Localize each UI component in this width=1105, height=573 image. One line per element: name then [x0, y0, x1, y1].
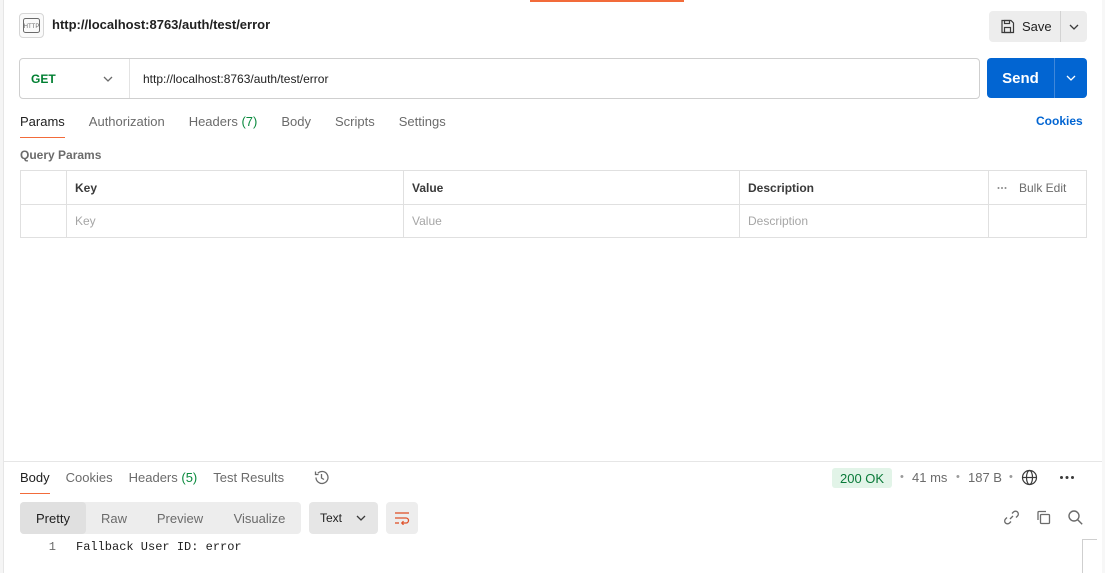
active-tab-indicator [530, 0, 684, 2]
query-params-title: Query Params [20, 148, 102, 162]
bulk-edit-label: Bulk Edit [1019, 180, 1067, 195]
format-label: Text [320, 511, 343, 525]
tab-label: Headers [128, 470, 178, 485]
method-select[interactable]: GET [20, 59, 130, 98]
response-divider[interactable] [4, 461, 1102, 462]
tab-scripts[interactable]: Scripts [335, 114, 375, 138]
response-tab-body[interactable]: Body [20, 470, 50, 494]
tab-label: Body [281, 114, 311, 129]
tab-count: (7) [241, 114, 258, 129]
http-request-icon: HTTP [19, 13, 44, 38]
tab-label: Cookies [65, 470, 113, 485]
tab-label: Scripts [334, 114, 375, 129]
tab-label: Authorization [88, 114, 165, 129]
save-button-group: Save [989, 11, 1087, 42]
method-label: GET [31, 71, 56, 86]
separator-dot: • [1009, 471, 1013, 483]
save-label: Save [1022, 19, 1052, 34]
line-number: 1 [48, 540, 56, 554]
response-time[interactable]: 41 ms [912, 470, 947, 485]
separator-dot: • [900, 471, 904, 483]
more-horizontal-icon [997, 186, 1007, 189]
history-icon[interactable] [313, 469, 330, 491]
row-checkbox-cell [21, 205, 66, 237]
chevron-down-icon [1066, 75, 1076, 81]
empty-cell [988, 205, 1086, 237]
save-options-button[interactable] [1060, 11, 1087, 42]
value-input[interactable]: Value [403, 205, 739, 237]
column-header-value: Value [403, 171, 739, 204]
request-tabs: Params Authorization Headers (7) Body Sc… [20, 114, 470, 138]
bulk-edit-button[interactable]: Bulk Edit [988, 171, 1086, 204]
tab-label: Test Results [213, 470, 285, 485]
response-size[interactable]: 187 B [968, 470, 1002, 485]
status-badge[interactable]: 200 OK [832, 468, 893, 488]
send-options-button[interactable] [1054, 58, 1087, 98]
tab-settings[interactable]: Settings [399, 114, 446, 138]
description-input[interactable]: Description [739, 205, 988, 237]
tab-label: Headers [188, 114, 238, 129]
view-visualize[interactable]: Visualize [218, 502, 301, 534]
tab-count: (5) [181, 470, 198, 485]
chevron-down-icon [356, 515, 366, 521]
search-icon[interactable] [1067, 509, 1084, 531]
line-content[interactable]: Fallback User ID: error [76, 540, 242, 554]
copy-icon[interactable] [1035, 509, 1052, 531]
globe-icon[interactable] [1021, 469, 1038, 491]
chevron-down-icon [103, 76, 113, 82]
cookies-link[interactable]: Cookies [1036, 114, 1083, 128]
wrap-lines-icon [395, 512, 410, 525]
format-select[interactable]: Text [309, 502, 378, 534]
view-preview[interactable]: Preview [142, 502, 218, 534]
tab-body[interactable]: Body [281, 114, 311, 138]
response-tabs: Body Cookies Headers (5) Test Results [20, 470, 300, 494]
response-tab-headers[interactable]: Headers (5) [129, 470, 198, 494]
column-header-description: Description [739, 171, 988, 204]
view-raw[interactable]: Raw [86, 502, 142, 534]
floppy-disk-icon [1001, 19, 1015, 34]
view-mode-segmented-control: Pretty Raw Preview Visualize [20, 502, 301, 534]
save-button[interactable]: Save [989, 11, 1060, 42]
response-body-line: 1 Fallback User ID: error [20, 540, 242, 554]
table-header-row: Key Value Description Bulk Edit [21, 171, 1086, 204]
response-tab-test-results[interactable]: Test Results [213, 470, 284, 494]
table-row: Key Value Description [21, 204, 1086, 237]
request-title[interactable]: http://localhost:8763/auth/test/error [52, 17, 270, 32]
link-icon[interactable] [1003, 509, 1020, 531]
window-left-edge [0, 0, 4, 573]
tab-label: Body [20, 470, 50, 485]
chevron-down-icon [1069, 24, 1079, 30]
query-params-table: Key Value Description Bulk Edit Key Valu… [20, 170, 1087, 238]
svg-text:HTTP: HTTP [24, 24, 40, 30]
column-header-key: Key [66, 171, 403, 204]
tab-label: Params [20, 114, 65, 129]
tab-headers[interactable]: Headers (7) [189, 114, 258, 138]
tab-params[interactable]: Params [20, 114, 65, 138]
send-button[interactable]: Send [987, 58, 1054, 98]
tab-authorization[interactable]: Authorization [89, 114, 165, 138]
view-pretty[interactable]: Pretty [20, 502, 86, 534]
wrap-lines-button[interactable] [386, 502, 418, 534]
editor-scrollbar[interactable] [1082, 539, 1097, 573]
tab-label: Settings [398, 114, 446, 129]
checkbox-column-header [21, 171, 66, 204]
key-input[interactable]: Key [66, 205, 403, 237]
separator-dot: • [956, 471, 960, 483]
response-tab-cookies[interactable]: Cookies [66, 470, 113, 494]
url-input[interactable] [130, 70, 979, 87]
more-horizontal-icon[interactable] [1058, 469, 1076, 491]
url-bar: GET [19, 58, 980, 99]
send-button-group: Send [987, 58, 1087, 98]
